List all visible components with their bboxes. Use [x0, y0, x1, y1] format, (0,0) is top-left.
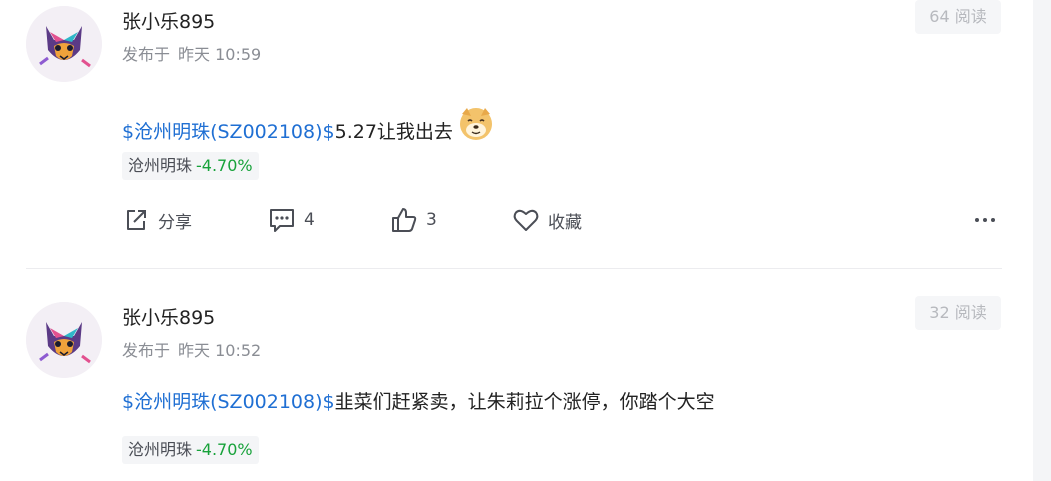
post-divider	[26, 268, 1002, 269]
stock-tag[interactable]: 沧州明珠 -4.70%	[122, 152, 259, 180]
share-button[interactable]: 分享	[122, 204, 192, 236]
like-button[interactable]: 3	[390, 204, 437, 236]
published-prefix: 发布于	[122, 45, 171, 64]
favorite-button[interactable]: 收藏	[512, 204, 582, 236]
avatar[interactable]	[26, 6, 102, 82]
share-label: 分享	[158, 212, 192, 233]
read-count-badge: 32 阅读	[915, 296, 1001, 330]
post-text: 5.27让我出去	[334, 121, 453, 143]
published-prefix: 发布于	[122, 341, 171, 360]
stock-tag[interactable]: 沧州明珠 -4.70%	[122, 436, 259, 464]
stock-tag-name: 沧州明珠	[128, 156, 193, 175]
avatar[interactable]	[26, 302, 102, 378]
post-content: $沧州明珠(SZ002108)$5.27让我出去	[122, 104, 495, 146]
more-button[interactable]	[972, 204, 998, 236]
post-content: $沧州明珠(SZ002108)$韭菜们赶紧卖，让朱莉拉个涨停，你踏个大空	[122, 388, 715, 416]
published-time: 昨天 10:59	[178, 45, 262, 64]
thumbs-up-icon	[392, 208, 417, 232]
post-time: 发布于 昨天 10:59	[122, 44, 261, 66]
comment-icon	[270, 209, 294, 232]
stock-link[interactable]: $沧州明珠(SZ002108)$	[122, 391, 335, 413]
username[interactable]: 张小乐895	[122, 306, 215, 330]
share-icon	[127, 210, 146, 230]
heart-icon	[513, 209, 539, 231]
post-text: 韭菜们赶紧卖，让朱莉拉个涨停，你踏个大空	[334, 391, 715, 413]
page-scroll-gutter	[1033, 0, 1051, 481]
stock-tag-name: 沧州明珠	[128, 440, 193, 459]
stock-link[interactable]: $沧州明珠(SZ002108)$	[122, 121, 335, 143]
comment-count: 4	[304, 210, 315, 230]
favorite-label: 收藏	[548, 212, 582, 233]
stock-tag-change: -4.70%	[196, 156, 253, 175]
like-count: 3	[426, 210, 437, 230]
post-feed: 张小乐895 发布于 昨天 10:59 64 阅读 $沧州明珠(SZ002108)…	[0, 0, 1051, 481]
dog-emoji-icon	[457, 104, 495, 142]
more-icon	[975, 218, 995, 222]
comment-button[interactable]: 4	[268, 204, 315, 236]
post-actions: 分享 4 3 收藏	[122, 204, 1002, 236]
stock-tag-change: -4.70%	[196, 440, 253, 459]
published-time: 昨天 10:52	[178, 341, 262, 360]
read-count-badge: 64 阅读	[915, 0, 1001, 34]
post-time: 发布于 昨天 10:52	[122, 340, 261, 362]
username[interactable]: 张小乐895	[122, 10, 215, 34]
